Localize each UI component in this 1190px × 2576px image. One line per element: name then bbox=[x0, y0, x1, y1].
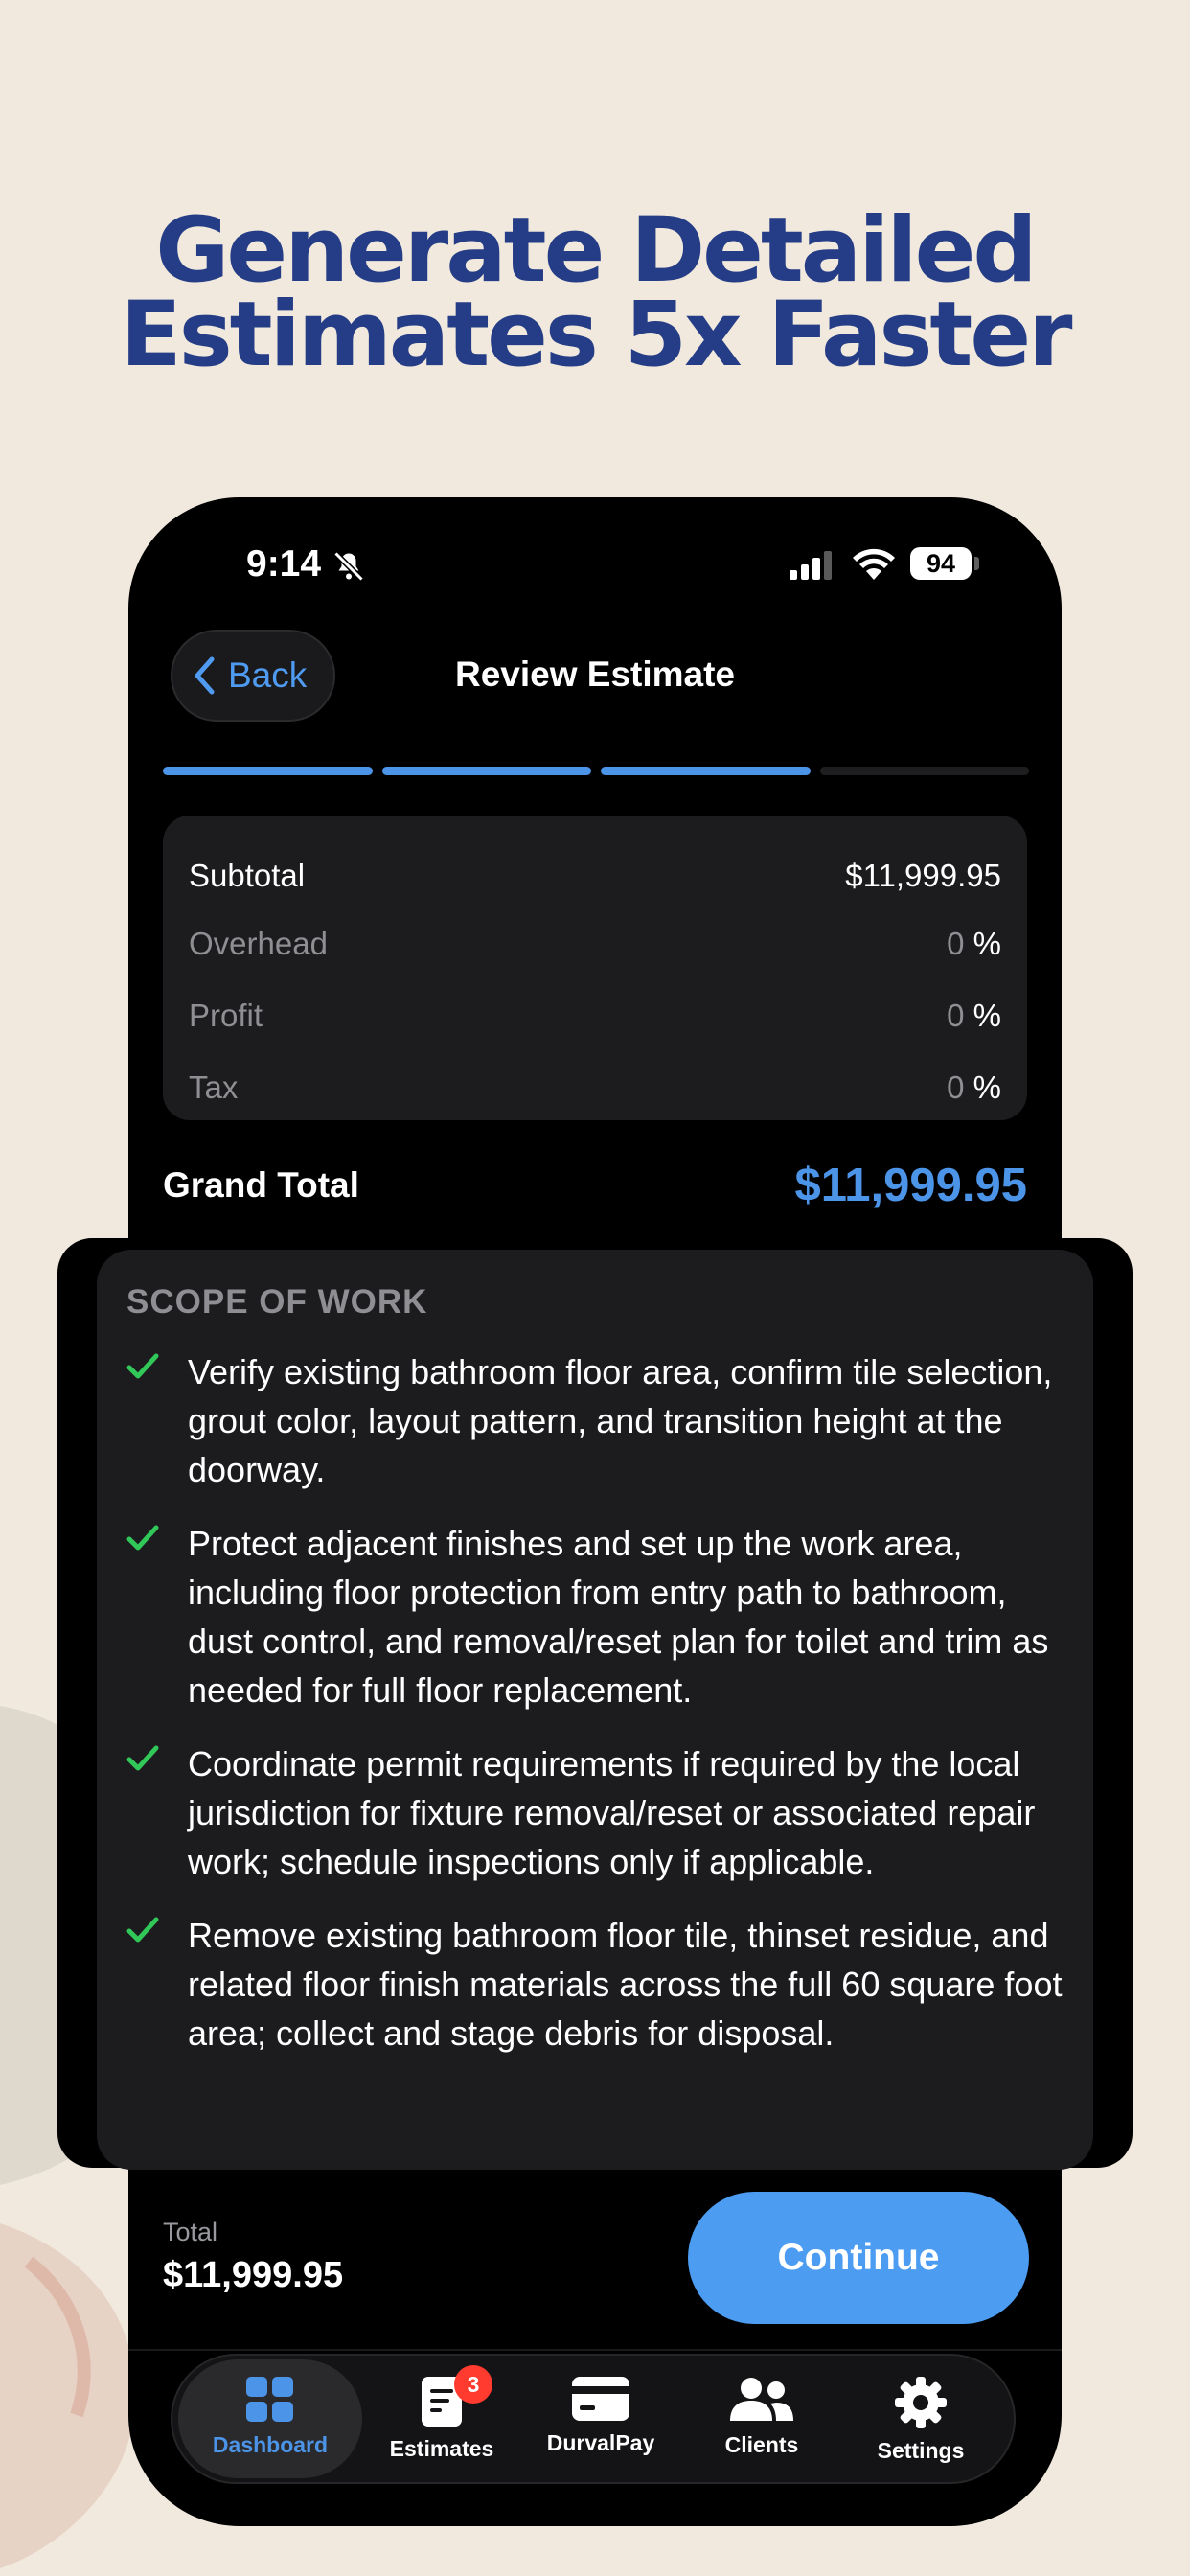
grand-total-value: $11,999.95 bbox=[794, 1160, 1027, 1211]
scope-item-text: Remove existing bathroom floor tile, thi… bbox=[188, 1916, 1063, 2053]
subtotal-label: Subtotal bbox=[189, 858, 306, 893]
profit-row: Profit 0 % bbox=[189, 998, 1001, 1034]
scope-list: Verify existing bathroom floor area, con… bbox=[126, 1347, 1075, 2082]
grand-total-row: Grand Total $11,999.95 bbox=[163, 1159, 1027, 1212]
overhead-label: Overhead bbox=[189, 926, 328, 961]
checkmark-icon bbox=[126, 1739, 188, 1886]
overhead-input[interactable]: 0 % bbox=[947, 926, 1001, 962]
people-icon bbox=[730, 2378, 793, 2421]
step-progress-bar bbox=[163, 767, 1029, 775]
battery-level: 94 bbox=[910, 547, 972, 580]
tab-label: Dashboard bbox=[212, 2432, 329, 2457]
continue-button[interactable]: Continue bbox=[688, 2192, 1029, 2324]
tab-dashboard[interactable]: Dashboard bbox=[178, 2359, 362, 2478]
profit-input[interactable]: 0 % bbox=[947, 998, 1001, 1034]
tab-bar: Dashboard Estimates 3 DurvalPay Clients … bbox=[171, 2354, 1016, 2484]
grand-total-label: Grand Total bbox=[163, 1165, 359, 1205]
totals-summary-card: Subtotal $11,999.95 Overhead 0 % Profit … bbox=[163, 816, 1027, 1120]
overhead-value: 0 bbox=[947, 926, 965, 961]
wifi-icon bbox=[853, 548, 895, 580]
tab-label: Estimates bbox=[389, 2436, 494, 2461]
dashboard-icon bbox=[246, 2377, 293, 2422]
scope-item: Protect adjacent finishes and set up the… bbox=[126, 1519, 1075, 1714]
tab-estimates[interactable]: Estimates 3 bbox=[360, 2356, 523, 2482]
progress-step bbox=[601, 767, 811, 775]
status-bar: 9:14 94 bbox=[128, 497, 1062, 632]
scope-item: Verify existing bathroom floor area, con… bbox=[126, 1347, 1075, 1494]
checkmark-icon bbox=[126, 1911, 188, 2058]
scope-of-work-card: SCOPE OF WORK Verify existing bathroom f… bbox=[97, 1250, 1093, 2170]
bell-slash-icon bbox=[333, 551, 364, 582]
tab-settings[interactable]: Settings bbox=[839, 2356, 1002, 2482]
footer-total-label: Total bbox=[163, 2218, 218, 2246]
overhead-row: Overhead 0 % bbox=[189, 926, 1001, 962]
tab-label: Clients bbox=[724, 2432, 799, 2457]
progress-step bbox=[163, 767, 373, 775]
percent-symbol: % bbox=[973, 998, 1001, 1033]
scope-item-text: Verify existing bathroom floor area, con… bbox=[188, 1352, 1053, 1489]
tab-label: DurvalPay bbox=[546, 2430, 655, 2455]
marketing-headline: Generate Detailed Estimates 5x Faster bbox=[0, 198, 1190, 387]
battery-cap bbox=[974, 557, 979, 570]
cellular-signal-icon bbox=[790, 551, 832, 580]
progress-step bbox=[381, 767, 591, 775]
progress-step bbox=[819, 767, 1029, 775]
tax-value: 0 bbox=[947, 1070, 965, 1105]
status-time: 9:14 bbox=[246, 543, 322, 585]
notification-badge: 3 bbox=[454, 2365, 492, 2404]
headline-line-2: Estimates 5x Faster bbox=[120, 283, 1073, 387]
tab-durvalpay[interactable]: DurvalPay bbox=[519, 2356, 682, 2482]
tax-label: Tax bbox=[189, 1070, 239, 1105]
percent-symbol: % bbox=[973, 1070, 1001, 1105]
tabbar-divider bbox=[128, 2349, 1062, 2351]
headline-line-1: Generate Detailed bbox=[155, 198, 1037, 303]
tax-row: Tax 0 % bbox=[189, 1070, 1001, 1106]
scope-item-text: Coordinate permit requirements if requir… bbox=[188, 1744, 1036, 1881]
profit-label: Profit bbox=[189, 998, 263, 1033]
profit-value: 0 bbox=[947, 998, 965, 1033]
checkmark-icon bbox=[126, 1519, 188, 1714]
scope-item: Remove existing bathroom floor tile, thi… bbox=[126, 1911, 1075, 2058]
scope-title: SCOPE OF WORK bbox=[126, 1283, 428, 1321]
scope-item-text: Protect adjacent finishes and set up the… bbox=[188, 1524, 1049, 1710]
subtotal-row: Subtotal $11,999.95 bbox=[189, 858, 1001, 894]
scope-item: Coordinate permit requirements if requir… bbox=[126, 1739, 1075, 1886]
tab-label: Settings bbox=[877, 2438, 965, 2463]
footer-total-value: $11,999.95 bbox=[163, 2255, 344, 2295]
credit-card-icon bbox=[572, 2377, 629, 2421]
gear-icon bbox=[895, 2377, 947, 2428]
tax-input[interactable]: 0 % bbox=[947, 1070, 1001, 1106]
page-title: Review Estimate bbox=[454, 655, 736, 694]
tab-clients[interactable]: Clients bbox=[680, 2356, 843, 2482]
percent-symbol: % bbox=[973, 926, 1001, 961]
checkmark-icon bbox=[126, 1347, 188, 1494]
subtotal-value: $11,999.95 bbox=[845, 858, 1001, 893]
